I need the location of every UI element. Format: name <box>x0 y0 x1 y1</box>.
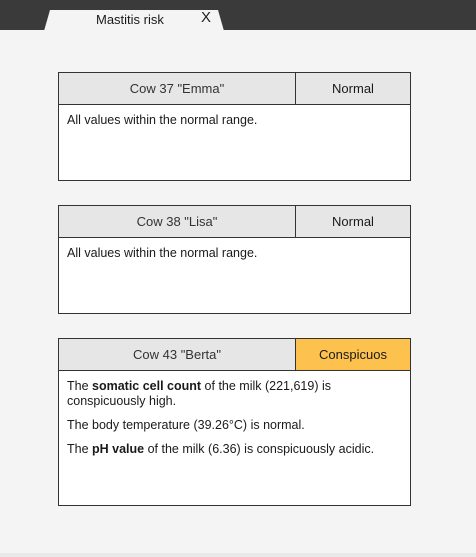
finding-line: The body temperature (39.26°C) is normal… <box>67 418 305 432</box>
cow-card-header: Cow 38 "Lisa" Normal <box>59 206 410 238</box>
status-badge: Normal <box>296 206 410 237</box>
status-badge: Normal <box>296 73 410 104</box>
close-icon[interactable]: X <box>201 9 211 27</box>
finding-line: All values within the normal range. <box>67 246 258 260</box>
status-badge: Conspicuos <box>296 339 410 370</box>
cow-card: Cow 38 "Lisa" Normal All values within t… <box>58 205 411 314</box>
cow-card-body: All values within the normal range. <box>59 105 410 128</box>
cow-card-header: Cow 43 "Berta" Conspicuos <box>59 339 410 371</box>
cow-card-body: All values within the normal range. <box>59 238 410 261</box>
finding-line: The pH value of the milk (6.36) is consp… <box>67 442 375 456</box>
cow-card-body: The somatic cell count of the milk (221,… <box>59 371 410 457</box>
cow-name: Cow 38 "Lisa" <box>59 206 296 237</box>
cow-name: Cow 43 "Berta" <box>59 339 296 370</box>
finding-line: The somatic cell count of the milk (221,… <box>67 379 331 408</box>
cow-card-header: Cow 37 "Emma" Normal <box>59 73 410 105</box>
bottom-divider <box>0 553 476 557</box>
cow-card: Cow 43 "Berta" Conspicuos The somatic ce… <box>58 338 411 506</box>
cow-name: Cow 37 "Emma" <box>59 73 296 104</box>
tab-title[interactable]: Mastitis risk <box>96 12 164 27</box>
finding-line: All values within the normal range. <box>67 113 258 127</box>
cow-card: Cow 37 "Emma" Normal All values within t… <box>58 72 411 181</box>
